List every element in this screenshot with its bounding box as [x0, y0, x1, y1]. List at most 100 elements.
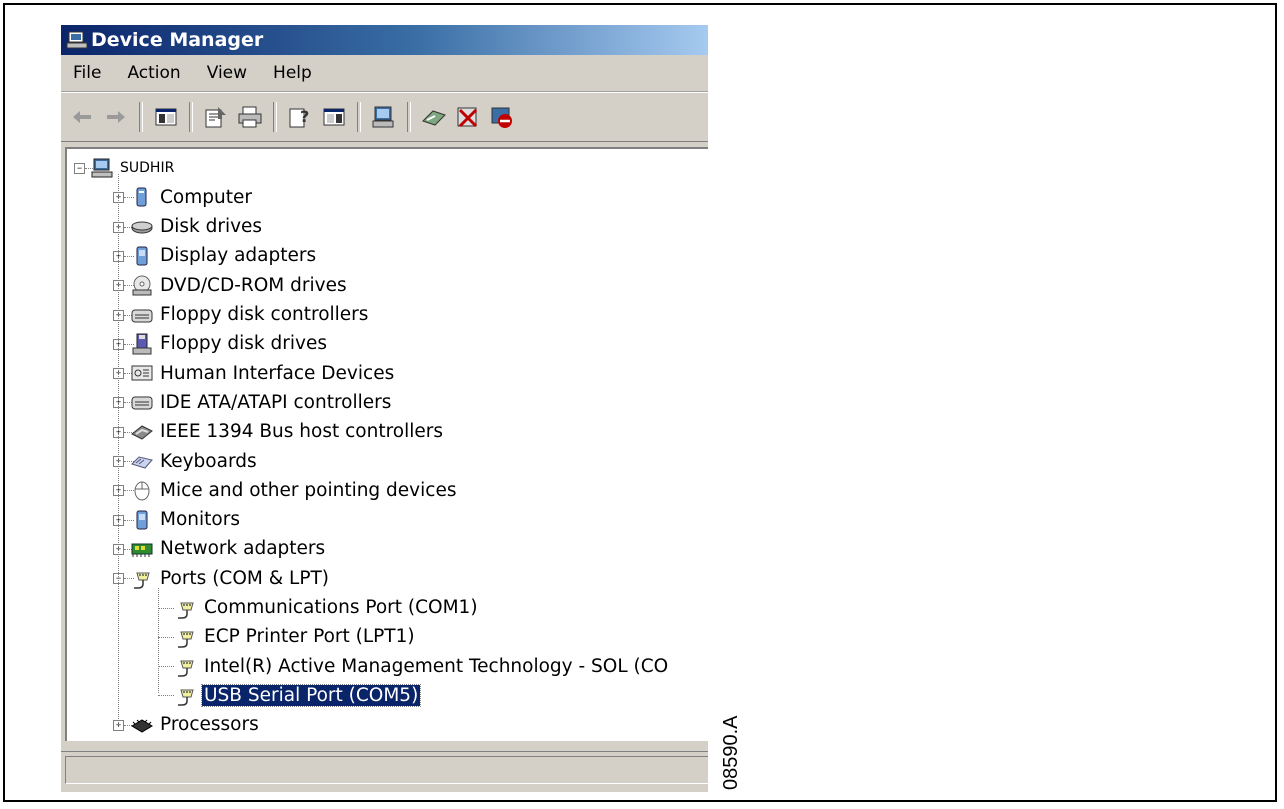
properties-icon: [205, 107, 226, 128]
hid-icon: [131, 365, 153, 381]
forward-icon: [107, 111, 125, 123]
tree-node-label: Floppy disk controllers: [160, 304, 369, 325]
device-manager-icon: [66, 31, 88, 49]
tree-node-label: Network adapters: [160, 538, 326, 560]
uninstall-button[interactable]: [453, 102, 483, 132]
scan-hardware-icon: [372, 106, 394, 128]
properties-button[interactable]: [201, 102, 231, 132]
tree-category-processors[interactable]: Processors: [131, 711, 261, 739]
tree-node-label: Intel(R) Active Management Technology - …: [204, 655, 669, 677]
ieee1394-icon: [131, 425, 153, 440]
mouse-icon: [134, 481, 150, 501]
tree-category-human-interface-devices[interactable]: Human Interface Devices: [131, 359, 396, 387]
tree-connector-line: [158, 607, 174, 609]
processor-icon: [131, 719, 153, 733]
display-adapter-icon: [136, 246, 148, 266]
tree-connector-line: [158, 695, 174, 697]
tree-node-label: Processors: [160, 714, 259, 736]
toolbar-separator: [407, 102, 411, 132]
tree-category-disk-drives[interactable]: Disk drives: [131, 213, 264, 241]
show-hide-tree-button[interactable]: [151, 102, 181, 132]
tree-category-keyboards[interactable]: Keyboards: [131, 447, 259, 475]
figure-label: 08590.A: [720, 715, 742, 790]
tree-category-network-adapters[interactable]: Network adapters: [131, 535, 327, 563]
disable-button[interactable]: [487, 102, 517, 132]
tree-connector-line: [158, 588, 159, 694]
tree-category-floppy-disk-drives[interactable]: Floppy disk drives: [131, 330, 329, 358]
tree-connector-line: [158, 636, 174, 638]
disable-icon: [491, 107, 512, 128]
toolbar-separator: [273, 102, 277, 132]
floppy-controller-icon: [131, 309, 153, 322]
back-icon: [73, 111, 91, 123]
back-button[interactable]: [67, 102, 97, 132]
tree-category-monitors[interactable]: Monitors: [131, 506, 242, 534]
tree-node-label: Human Interface Devices: [160, 362, 395, 384]
tree-category-mice-and-other-pointing-devices[interactable]: Mice and other pointing devices: [131, 476, 458, 504]
tree-node-label: USB Serial Port (COM5): [200, 683, 422, 707]
tree-node-label: Ports (COM & LPT): [160, 567, 330, 589]
port-icon: [178, 631, 194, 648]
tree-node-label: Keyboards: [160, 450, 257, 472]
help-icon: ?: [289, 107, 309, 128]
tree-root-sudhir[interactable]: SUDHIR: [91, 154, 176, 182]
tree-node-label: Computer: [160, 186, 252, 208]
tree-node-label: Monitors: [160, 509, 240, 531]
monitor-icon: [136, 510, 148, 530]
status-bar: [61, 751, 708, 788]
tree-port-selected[interactable]: USB Serial Port (COM5): [175, 681, 422, 709]
export-list-button[interactable]: [319, 102, 349, 132]
tree-category-ieee-1394-bus-host-controllers[interactable]: IEEE 1394 Bus host controllers: [131, 418, 445, 446]
device-manager-window: Device Manager File Action View Help ? −…: [61, 25, 708, 792]
tree-node-label: SUDHIR: [120, 160, 175, 176]
window-title: Device Manager: [91, 29, 264, 51]
tree-category-computer[interactable]: Computer: [131, 183, 254, 211]
menu-action[interactable]: Action: [123, 61, 184, 85]
help-button[interactable]: ?: [285, 102, 315, 132]
tree-node-label: Mice and other pointing devices: [160, 479, 457, 501]
show-hide-tree-icon: [155, 108, 177, 126]
dvd-drive-icon: [132, 275, 152, 296]
tree-category-floppy-disk-controllers[interactable]: Floppy disk controllers: [131, 301, 370, 329]
computer-icon: [136, 187, 147, 207]
scan-hardware-button[interactable]: [369, 102, 399, 132]
export-list-icon: [323, 108, 345, 126]
tree-port-item[interactable]: ECP Printer Port (LPT1): [175, 623, 417, 651]
ide-controller-icon: [131, 396, 153, 410]
tree-category-ide-ata-atapi-controllers[interactable]: IDE ATA/ATAPI controllers: [131, 388, 393, 416]
menu-view[interactable]: View: [203, 61, 251, 85]
port-icon: [178, 660, 194, 677]
collapse-button[interactable]: −: [74, 163, 85, 174]
forward-button[interactable]: [101, 102, 131, 132]
menu-help[interactable]: Help: [269, 61, 316, 85]
toolbar: ?: [61, 92, 708, 142]
status-well: [65, 756, 708, 784]
title-bar[interactable]: Device Manager: [61, 25, 708, 55]
tree-category-display-adapters[interactable]: Display adapters: [131, 242, 318, 270]
port-icon: [178, 602, 194, 619]
keyboard-icon: [131, 456, 153, 469]
root-computer-icon: [91, 158, 113, 178]
print-button[interactable]: [235, 102, 265, 132]
tree-port-item[interactable]: Communications Port (COM1): [175, 594, 480, 622]
toolbar-separator: [139, 102, 143, 132]
toolbar-separator: [357, 102, 361, 132]
update-driver-icon: [422, 110, 446, 126]
update-driver-button[interactable]: [419, 102, 449, 132]
device-tree[interactable]: − SUDHIR + Computer + Disk drives + Display ada…: [65, 147, 708, 741]
toolbar-separator: [189, 102, 193, 132]
tree-node-label: Floppy disk drives: [160, 333, 327, 355]
tree-node-label: Display adapters: [160, 245, 317, 267]
tree-node-label: Disk drives: [160, 216, 263, 238]
tree-category-ports-com-lpt[interactable]: Ports (COM & LPT): [131, 564, 331, 592]
menu-file[interactable]: File: [69, 61, 105, 85]
port-icon: [134, 572, 150, 589]
tree-port-item[interactable]: Intel(R) Active Management Technology - …: [175, 652, 670, 680]
floppy-drive-icon: [132, 333, 152, 355]
tree-node-label: IDE ATA/ATAPI controllers: [160, 391, 392, 413]
tree-node-label: IEEE 1394 Bus host controllers: [160, 421, 444, 443]
uninstall-icon: [457, 107, 478, 128]
tree-category-dvd-cd-rom-drives[interactable]: DVD/CD-ROM drives: [131, 271, 349, 299]
tree-node-label: ECP Printer Port (LPT1): [204, 626, 415, 648]
tree-node-label: Communications Port (COM1): [204, 597, 478, 618]
